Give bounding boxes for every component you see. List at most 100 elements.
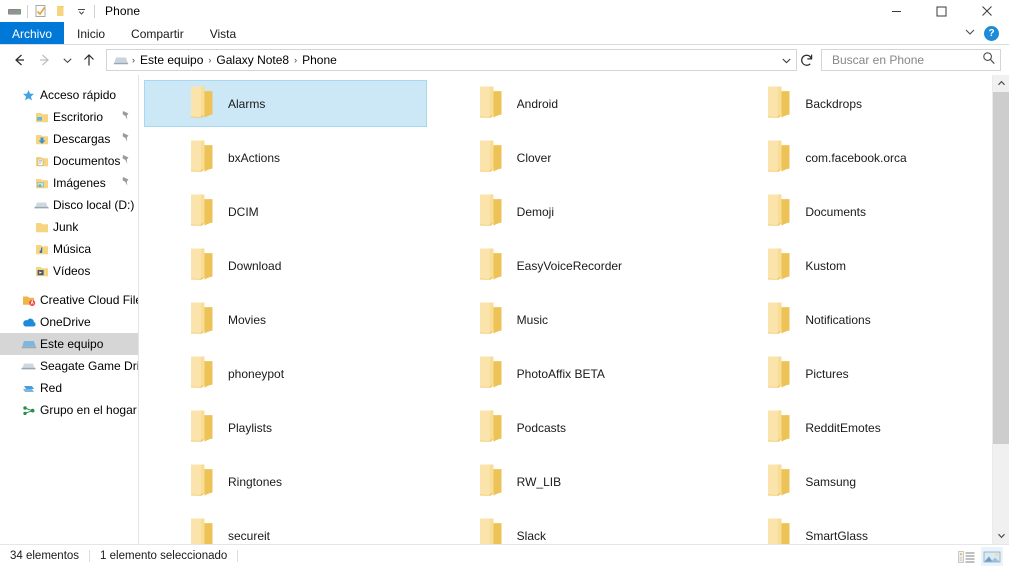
file-item[interactable]: Music [433, 296, 716, 343]
scroll-up-button[interactable] [993, 75, 1009, 92]
file-item[interactable]: Android [433, 80, 716, 127]
breadcrumb-item-2[interactable]: Phone [298, 53, 341, 67]
pin-icon[interactable] [121, 110, 130, 124]
file-item[interactable]: RedditEmotes [721, 404, 1004, 451]
sidebar-item-red[interactable]: Red [0, 377, 138, 399]
large-icons-view-button[interactable] [981, 547, 1003, 566]
tab-compartir[interactable]: Compartir [118, 22, 197, 45]
back-button[interactable] [6, 47, 32, 73]
properties-icon[interactable] [31, 1, 51, 21]
file-item[interactable]: Alarms [144, 80, 427, 127]
file-item[interactable]: Movies [144, 296, 427, 343]
file-item-label: Slack [516, 528, 546, 543]
file-item[interactable]: DCIM [144, 188, 427, 235]
status-divider [89, 550, 91, 562]
drive-icon[interactable] [4, 1, 24, 21]
computer-icon[interactable] [111, 54, 131, 67]
sidebar-item-disco-local-d[interactable]: Disco local (D:) [0, 194, 138, 216]
hdd-icon [20, 361, 37, 372]
sidebar-item-imagenes-label: Imágenes [53, 176, 106, 190]
file-item[interactable]: Demoji [433, 188, 716, 235]
minimize-button[interactable] [874, 0, 919, 22]
sidebar-item-onedrive[interactable]: OneDrive [0, 311, 138, 333]
file-item-label: Demoji [516, 204, 554, 219]
up-button[interactable] [76, 47, 102, 73]
file-item[interactable]: RW_LIB [433, 458, 716, 505]
breadcrumb-item-0[interactable]: Este equipo [136, 53, 207, 67]
file-item[interactable]: Ringtones [144, 458, 427, 505]
tab-archivo[interactable]: Archivo [0, 22, 65, 45]
file-item[interactable]: PhotoAffix BETA [433, 350, 716, 397]
close-button[interactable] [964, 0, 1009, 22]
search-input[interactable] [830, 52, 982, 68]
file-item[interactable]: SmartGlass [721, 512, 1004, 544]
file-list-pane[interactable]: Alarms Android Backdrops bxActions Clover com… [139, 75, 1009, 544]
tab-inicio[interactable]: Inicio [64, 22, 118, 45]
file-item-label: Android [516, 96, 559, 111]
file-item[interactable]: Notifications [721, 296, 1004, 343]
file-item[interactable]: Documents [721, 188, 1004, 235]
file-item[interactable]: Backdrops [721, 80, 1004, 127]
folder-icon [187, 408, 217, 447]
pin-icon[interactable] [121, 132, 130, 146]
sidebar-item-creative-cloud-files[interactable]: Creative Cloud Files [0, 289, 138, 311]
maximize-button[interactable] [919, 0, 964, 22]
file-item-label: secureit [228, 528, 271, 543]
vertical-scrollbar[interactable] [992, 75, 1009, 544]
breadcrumb-dropdown-icon[interactable] [778, 55, 794, 66]
file-item[interactable]: EasyVoiceRecorder [433, 242, 716, 289]
forward-button[interactable] [32, 47, 58, 73]
file-item[interactable]: Pictures [721, 350, 1004, 397]
file-item-label: SmartGlass [805, 528, 869, 543]
sidebar-item-onedrive-label: OneDrive [40, 315, 91, 329]
file-item[interactable]: Clover [433, 134, 716, 181]
details-view-button[interactable] [955, 547, 977, 566]
file-item[interactable]: bxActions [144, 134, 427, 181]
folder-icon [764, 354, 794, 393]
file-item[interactable]: Samsung [721, 458, 1004, 505]
sidebar-item-descargas[interactable]: Descargas [0, 128, 138, 150]
tab-vista[interactable]: Vista [197, 22, 249, 45]
sidebar-item-musica-label: Música [53, 242, 92, 256]
sidebar-item-documentos[interactable]: Documentos [0, 150, 138, 172]
file-item[interactable]: Playlists [144, 404, 427, 451]
file-item[interactable]: Podcasts [433, 404, 716, 451]
recent-locations-button[interactable] [58, 47, 76, 73]
refresh-button[interactable] [797, 49, 817, 71]
scrollbar-thumb[interactable] [993, 92, 1009, 445]
search-box[interactable] [821, 49, 1001, 71]
downloads-folder-icon [33, 133, 50, 146]
sidebar-item-grupo-en-el-hogar[interactable]: Grupo en el hogar [0, 399, 138, 421]
file-item[interactable]: secureit [144, 512, 427, 544]
new-folder-icon[interactable] [51, 1, 71, 21]
file-item[interactable]: phoneypot [144, 350, 427, 397]
sidebar-item-grupo-en-el-hogar-label: Grupo en el hogar [40, 403, 137, 417]
file-item[interactable]: com.facebook.orca [721, 134, 1004, 181]
breadcrumb[interactable]: › Este equipo › Galaxy Note8 › Phone [106, 49, 797, 71]
scroll-down-button[interactable] [993, 527, 1009, 544]
folder-icon [476, 354, 506, 393]
sidebar-item-videos[interactable]: Vídeos [0, 260, 138, 282]
sidebar-item-seagate-game-drive[interactable]: Seagate Game Drive ( [0, 355, 138, 377]
file-item[interactable]: Kustom [721, 242, 1004, 289]
help-button[interactable]: ? [984, 26, 999, 41]
search-icon[interactable] [982, 51, 996, 70]
file-item[interactable]: Slack [433, 512, 716, 544]
file-item[interactable]: Download [144, 242, 427, 289]
sidebar-item-imagenes[interactable]: Imágenes [0, 172, 138, 194]
sidebar-item-musica[interactable]: Música [0, 238, 138, 260]
scrollbar-track[interactable] [993, 92, 1009, 527]
sidebar-item-junk[interactable]: Junk [0, 216, 138, 238]
pin-icon[interactable] [121, 176, 130, 190]
navigation-pane[interactable]: Acceso rápido Escritorio Descargas Docum… [0, 75, 139, 544]
sidebar-item-escritorio[interactable]: Escritorio [0, 106, 138, 128]
breadcrumb-item-1[interactable]: Galaxy Note8 [212, 53, 293, 67]
file-item-label: Podcasts [516, 420, 567, 435]
pin-icon[interactable] [121, 154, 130, 168]
folder-icon [764, 246, 794, 285]
file-item-label: Ringtones [228, 474, 283, 489]
sidebar-item-este-equipo[interactable]: Este equipo [0, 333, 138, 355]
sidebar-group-quick-access[interactable]: Acceso rápido [0, 84, 138, 106]
customize-chevron-icon[interactable] [71, 1, 91, 21]
chevron-down-icon[interactable] [964, 25, 976, 43]
